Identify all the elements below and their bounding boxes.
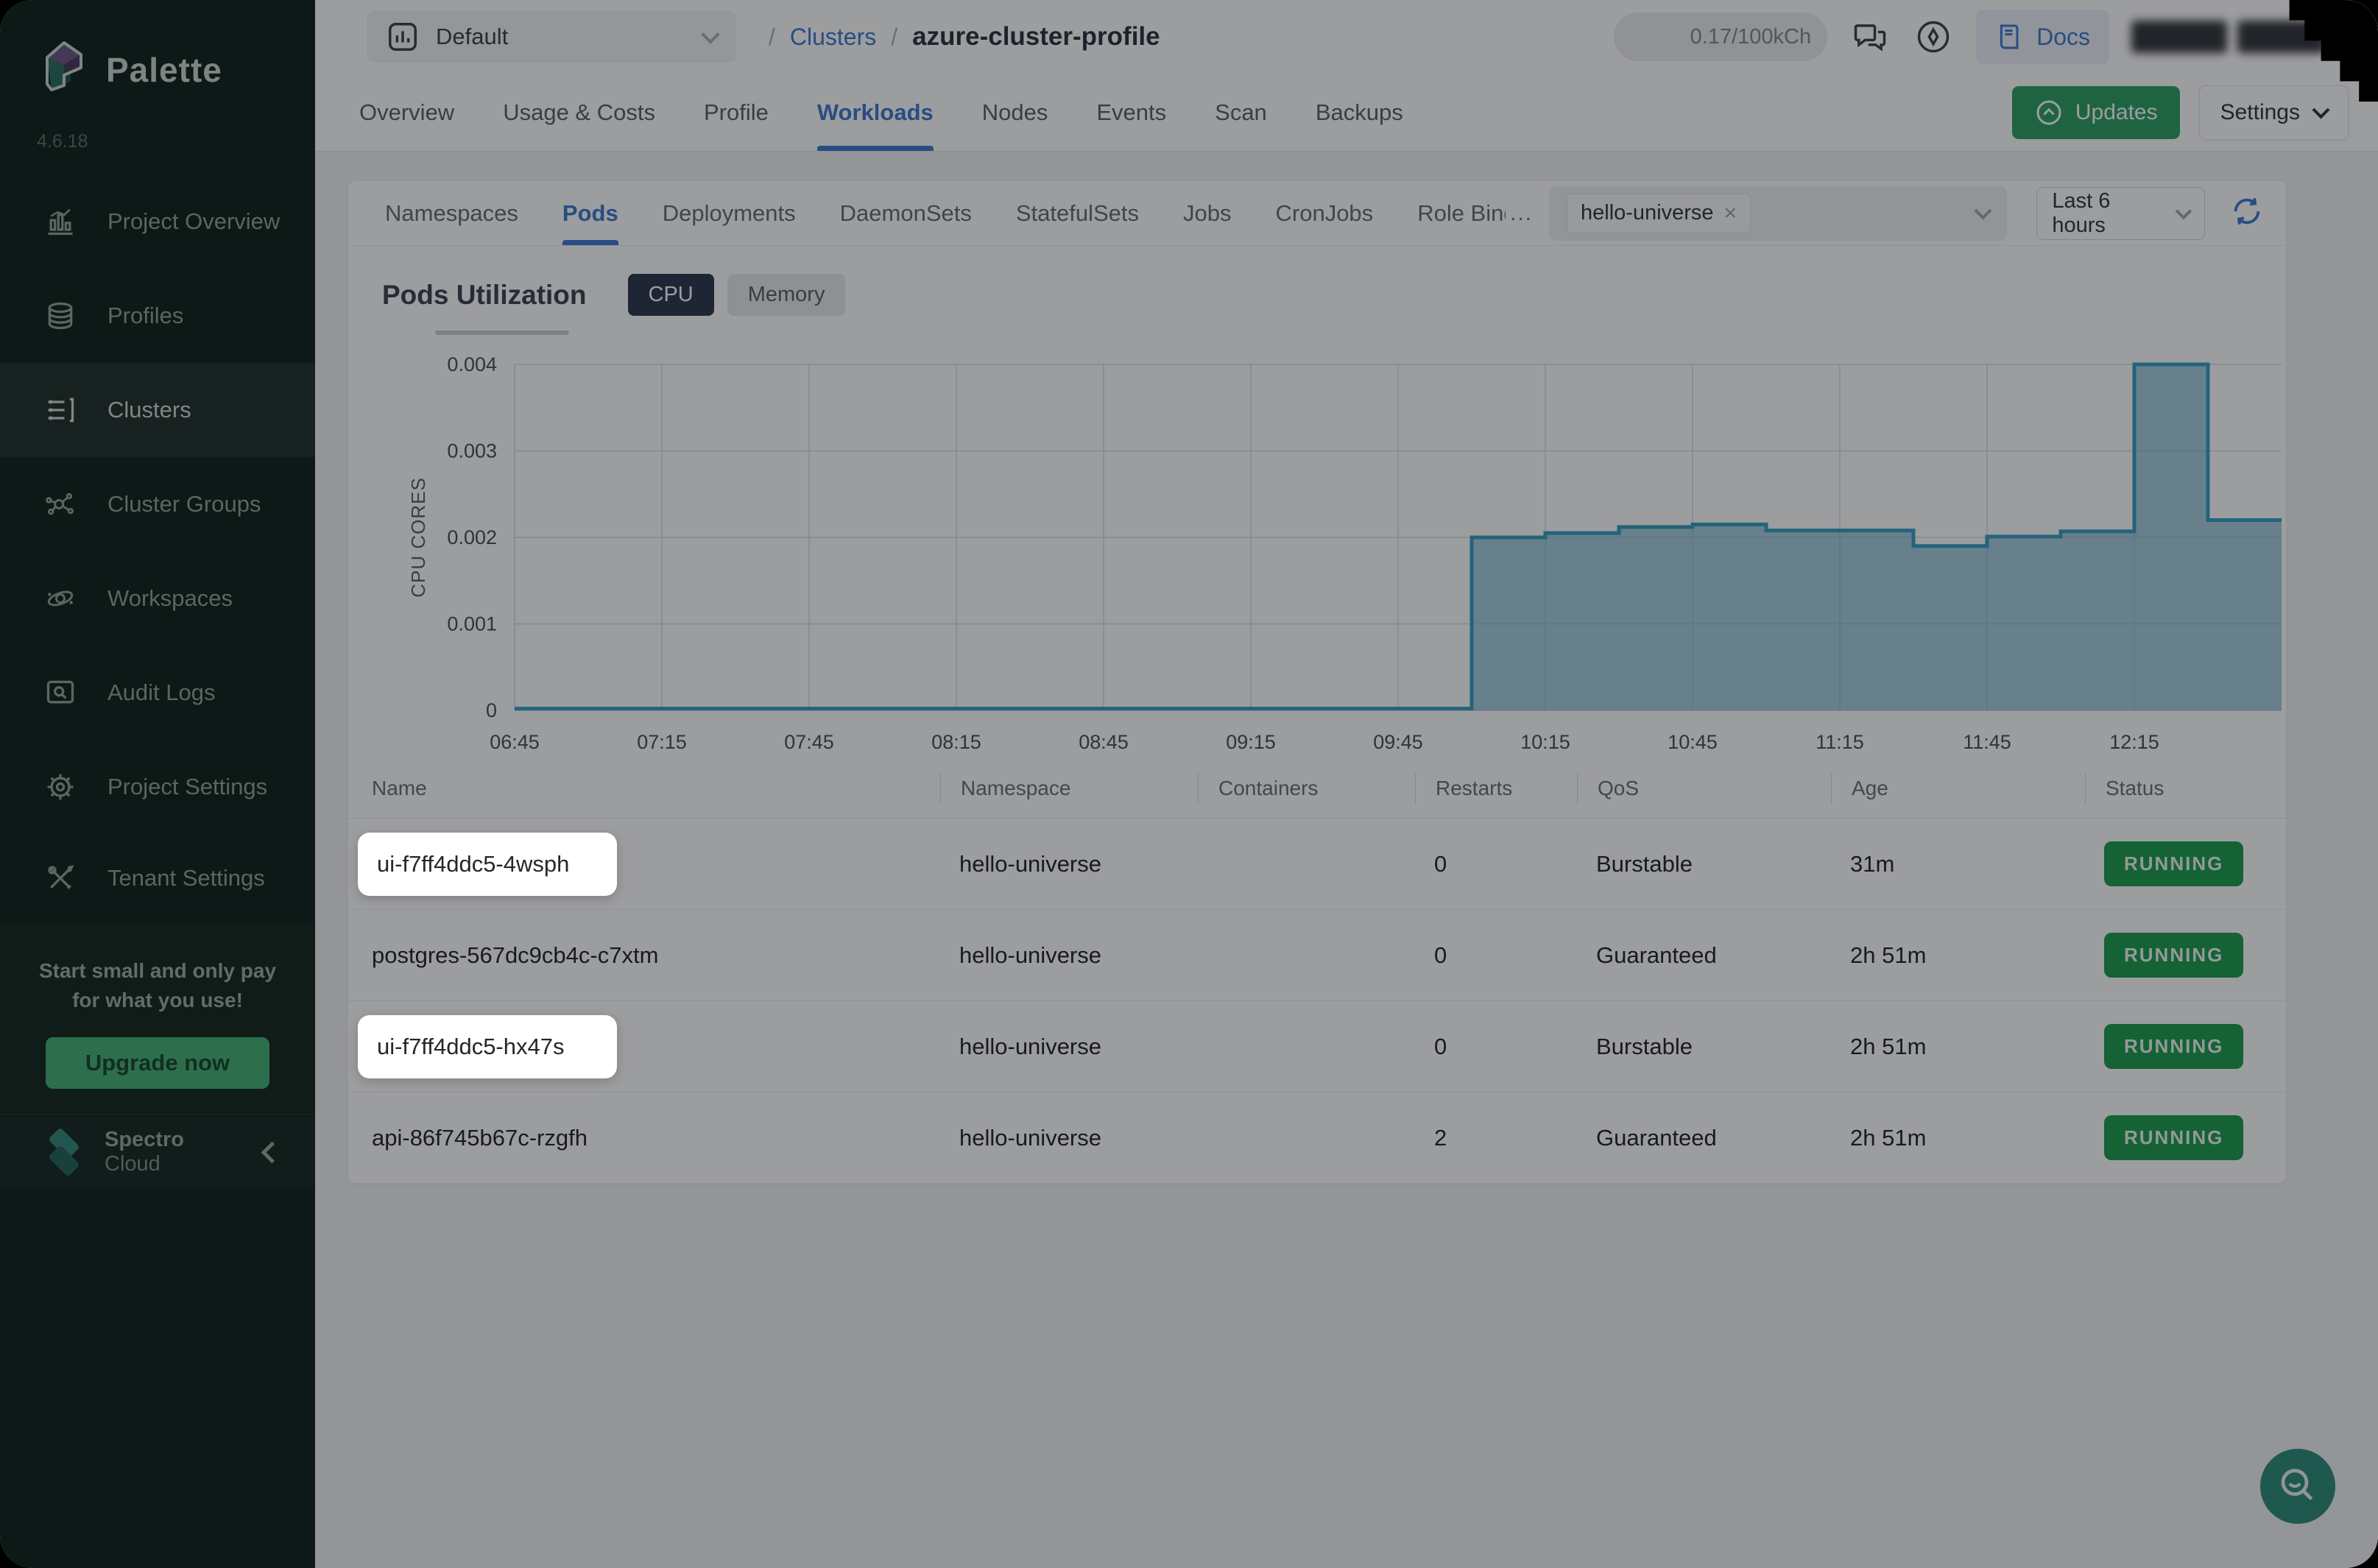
- pod-name: ui-f7ff4ddc5-4wsph: [377, 851, 569, 877]
- tour-spotlight-pod-name: ui-f7ff4ddc5-4wsph: [358, 833, 617, 896]
- app-window: Palette 4.6.18 Project Overview Profiles…: [0, 0, 2378, 1568]
- tour-spotlight-pod-name: ui-f7ff4ddc5-hx47s: [358, 1015, 617, 1078]
- tour-dim-overlay: [0, 0, 2378, 1568]
- pod-name: ui-f7ff4ddc5-hx47s: [377, 1034, 564, 1060]
